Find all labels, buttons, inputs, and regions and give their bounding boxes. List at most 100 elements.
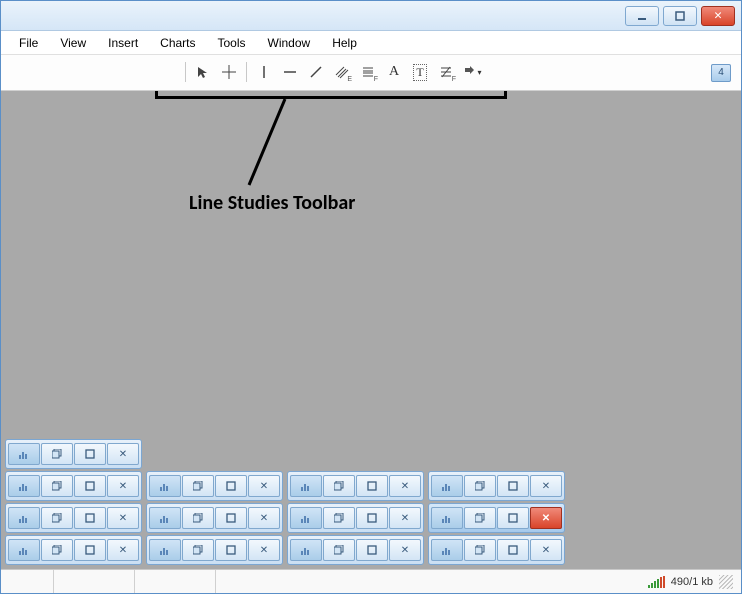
chart-window-icon[interactable] — [8, 475, 40, 497]
minimized-window: ✕ — [428, 535, 565, 565]
restore-window-button[interactable] — [41, 443, 73, 465]
chart-window-icon[interactable] — [8, 507, 40, 529]
statusbar: 490/1 kb — [1, 569, 741, 593]
minimized-window: ✕ — [287, 471, 424, 501]
chart-window-icon[interactable] — [431, 507, 463, 529]
andrew-pitchfork-icon[interactable]: F — [434, 60, 458, 84]
minimized-window: ✕ — [428, 503, 565, 533]
maximize-window-button[interactable] — [215, 475, 247, 497]
workarea: Line Studies Toolbar ✕✕✕✕✕✕✕✕✕✕✕✕✕ — [1, 91, 741, 569]
restore-window-button[interactable] — [182, 507, 214, 529]
maximize-window-button[interactable] — [497, 475, 529, 497]
restore-window-button[interactable] — [323, 475, 355, 497]
menu-tools[interactable]: Tools — [208, 33, 256, 53]
menu-help[interactable]: Help — [322, 33, 367, 53]
close-window-button[interactable]: ✕ — [107, 475, 139, 497]
restore-window-button[interactable] — [182, 475, 214, 497]
chart-window-icon[interactable] — [431, 539, 463, 561]
minimized-window: ✕ — [5, 535, 142, 565]
chart-window-icon[interactable] — [149, 475, 181, 497]
horizontal-line-icon[interactable] — [278, 60, 302, 84]
minimized-window: ✕ — [428, 471, 565, 501]
close-window-button[interactable]: ✕ — [530, 507, 562, 529]
maximize-window-button[interactable] — [356, 475, 388, 497]
maximize-window-button[interactable] — [497, 539, 529, 561]
menu-charts[interactable]: Charts — [150, 33, 205, 53]
trendline-icon[interactable] — [304, 60, 328, 84]
text-label-glyph: T — [413, 64, 426, 81]
menu-insert[interactable]: Insert — [98, 33, 148, 53]
restore-window-button[interactable] — [464, 507, 496, 529]
crosshair-icon[interactable] — [217, 60, 241, 84]
minimize-button[interactable] — [625, 6, 659, 26]
text-icon[interactable]: A — [382, 60, 406, 84]
restore-window-button[interactable] — [41, 475, 73, 497]
maximize-window-button[interactable] — [356, 539, 388, 561]
icon-sub: F — [452, 76, 456, 83]
equidistant-channel-icon[interactable]: E — [330, 60, 354, 84]
close-window-button[interactable]: ✕ — [248, 539, 280, 561]
menu-window[interactable]: Window — [258, 33, 321, 53]
connection-bars-icon — [648, 576, 665, 588]
close-window-button[interactable]: ✕ — [389, 507, 421, 529]
chart-window-icon[interactable] — [290, 539, 322, 561]
restore-window-button[interactable] — [182, 539, 214, 561]
chart-window-icon[interactable] — [149, 507, 181, 529]
annotation-box — [155, 91, 507, 99]
chart-window-icon[interactable] — [8, 539, 40, 561]
menubar: File View Insert Charts Tools Window Hel… — [1, 31, 741, 55]
restore-window-button[interactable] — [323, 507, 355, 529]
maximize-window-button[interactable] — [74, 507, 106, 529]
close-window-button[interactable]: ✕ — [107, 507, 139, 529]
close-window-button[interactable]: ✕ — [248, 475, 280, 497]
chart-window-icon[interactable] — [8, 443, 40, 465]
chart-window-icon[interactable] — [290, 507, 322, 529]
maximize-window-button[interactable] — [215, 539, 247, 561]
restore-window-button[interactable] — [41, 539, 73, 561]
status-cell — [9, 570, 53, 593]
close-window-button[interactable]: ✕ — [107, 443, 139, 465]
menu-file[interactable]: File — [9, 33, 48, 53]
close-window-button[interactable]: ✕ — [107, 539, 139, 561]
maximize-window-button[interactable] — [74, 475, 106, 497]
restore-window-button[interactable] — [323, 539, 355, 561]
minimized-window: ✕ — [287, 535, 424, 565]
chart-window-icon[interactable] — [431, 475, 463, 497]
menu-view[interactable]: View — [50, 33, 96, 53]
restore-window-button[interactable] — [464, 539, 496, 561]
close-window-button[interactable]: ✕ — [389, 475, 421, 497]
status-cell — [134, 570, 215, 593]
annotation-line — [247, 99, 287, 189]
chart-window-icon[interactable] — [149, 539, 181, 561]
minimized-window: ✕ — [146, 503, 283, 533]
close-window-button[interactable]: ✕ — [530, 539, 562, 561]
maximize-window-button[interactable] — [215, 507, 247, 529]
titlebar: ✕ — [1, 1, 741, 31]
toolbar-separator — [185, 62, 186, 82]
restore-window-button[interactable] — [464, 475, 496, 497]
fibonacci-retracement-icon[interactable]: F — [356, 60, 380, 84]
close-button[interactable]: ✕ — [701, 6, 735, 26]
close-window-button[interactable]: ✕ — [389, 539, 421, 561]
arrows-icon[interactable]: ▾ — [460, 60, 484, 84]
alerts-badge[interactable]: 4 — [711, 64, 731, 82]
chart-window-icon[interactable] — [290, 475, 322, 497]
minimized-window: ✕ — [287, 503, 424, 533]
close-window-button[interactable]: ✕ — [530, 475, 562, 497]
close-window-button[interactable]: ✕ — [248, 507, 280, 529]
resize-grip[interactable] — [719, 575, 733, 589]
maximize-window-button[interactable] — [74, 443, 106, 465]
maximize-button[interactable] — [663, 6, 697, 26]
icon-sub: F — [374, 76, 378, 83]
status-cell — [53, 570, 134, 593]
text-label-icon[interactable]: T — [408, 60, 432, 84]
maximize-window-button[interactable] — [74, 539, 106, 561]
icon-sub: E — [347, 76, 352, 83]
maximize-window-button[interactable] — [356, 507, 388, 529]
minimized-window-row: ✕ — [5, 439, 565, 469]
app-window: ✕ File View Insert Charts Tools Window H… — [0, 0, 742, 594]
vertical-line-icon[interactable] — [252, 60, 276, 84]
maximize-window-button[interactable] — [497, 507, 529, 529]
restore-window-button[interactable] — [41, 507, 73, 529]
cursor-icon[interactable] — [191, 60, 215, 84]
